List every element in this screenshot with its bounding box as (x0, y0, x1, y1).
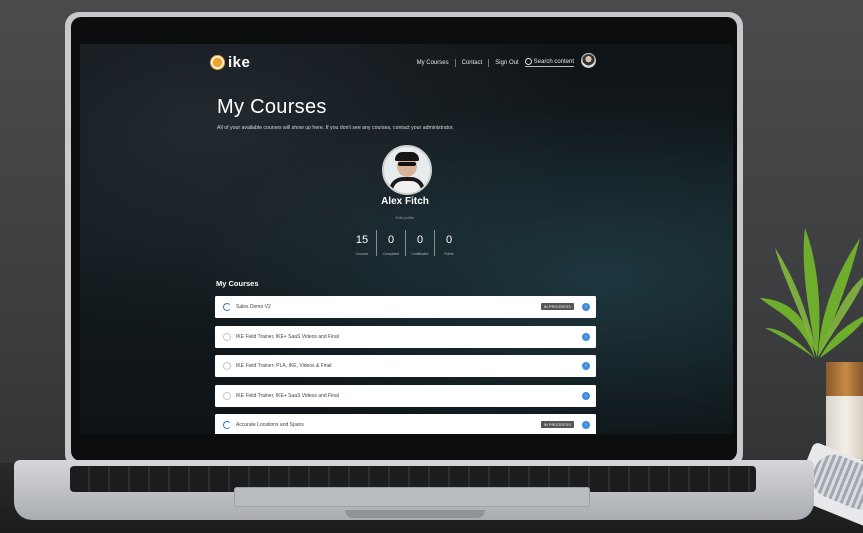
stat-certificates: 0 Certificates (405, 230, 434, 256)
progress-spinner-icon (223, 421, 231, 429)
status-circle-icon (223, 391, 231, 400)
course-row[interactable]: IKE Field Trainer, IKE+ SaaS Videos and … (215, 325, 596, 348)
course-name: Accurate Locations and Spans (236, 422, 304, 428)
stat-completed: 0 Completed (376, 230, 405, 256)
profile-name: Alex Fitch (381, 196, 429, 207)
search-input[interactable]: Search content (524, 58, 574, 67)
course-list: Sales Demo V2 IN PROGRESS › IKE Field Tr… (215, 296, 596, 434)
course-row[interactable]: IKE Field Trainer, IKE+ SaaS Videos and … (215, 384, 596, 407)
plant-leaves (760, 228, 863, 358)
brand-name: ike (228, 54, 251, 71)
chevron-right-icon[interactable]: › (582, 421, 590, 429)
page-subtitle: All of your available courses will show … (217, 125, 454, 131)
status-circle-icon (223, 362, 231, 370)
laptop-screen: ike My Courses Contact Sign Out Search c… (80, 44, 733, 434)
course-name: Sales Demo V2 (236, 304, 271, 310)
chevron-right-icon[interactable]: › (582, 362, 590, 370)
status-badge: IN PROGRESS (540, 421, 574, 428)
stat-label: Points (444, 252, 454, 256)
stat-courses: 15 Courses (348, 230, 376, 256)
stat-label: Completed (382, 252, 400, 256)
search-placeholder: Search content (533, 58, 574, 65)
course-name: IKE Field Trainer, IKE+ SaaS Videos and … (236, 392, 339, 399)
edit-profile-link[interactable]: Edit profile (340, 215, 470, 220)
course-row[interactable]: IKE Field Trainer- PLA, IKE, Videos & Fi… (215, 355, 596, 377)
stat-points: 0 Points (434, 230, 463, 256)
nav-link-my-courses[interactable]: My Courses (417, 60, 449, 66)
course-name: IKE Field Trainer- PLA, IKE, Videos & Fi… (236, 363, 332, 369)
course-row[interactable]: Sales Demo V2 IN PROGRESS › (215, 296, 596, 318)
stat-label: Courses (355, 252, 369, 256)
stat-label: Certificates (411, 252, 429, 256)
logo-icon (210, 55, 225, 70)
page-title: My Courses (217, 96, 327, 118)
laptop-trackpad (234, 487, 590, 507)
status-badge: IN PROGRESS (540, 303, 574, 310)
chevron-right-icon[interactable]: › (582, 332, 590, 341)
search-icon (524, 58, 532, 65)
nav-link-contact[interactable]: Contact (462, 60, 483, 66)
stat-value: 0 (387, 234, 395, 246)
course-name: IKE Field Trainer, IKE+ SaaS Videos and … (236, 333, 339, 340)
chevron-right-icon[interactable]: › (582, 303, 590, 311)
plant-pot (826, 362, 863, 460)
stat-value: 0 (445, 234, 453, 246)
nav-divider (454, 58, 456, 67)
status-circle-icon (223, 332, 231, 341)
courses-section-title: My Courses (216, 279, 259, 288)
laptop-notch (345, 510, 485, 518)
stats-bar: 15 Courses 0 Completed 0 Certificates 0 … (348, 230, 463, 256)
top-nav: ike My Courses Contact Sign Out Search c… (210, 52, 596, 74)
user-avatar[interactable] (581, 53, 596, 68)
brand-logo[interactable]: ike (210, 54, 250, 71)
progress-spinner-icon (223, 303, 231, 311)
nav-links: My Courses Contact Sign Out Search conte… (417, 58, 574, 67)
course-row[interactable]: Accurate Locations and Spans IN PROGRESS… (215, 414, 596, 434)
stat-value: 15 (355, 234, 369, 246)
profile-avatar (382, 145, 432, 195)
nav-divider (488, 58, 490, 67)
stat-value: 0 (416, 234, 424, 246)
chevron-right-icon[interactable]: › (582, 391, 590, 400)
nav-link-sign-out[interactable]: Sign Out (495, 60, 518, 66)
